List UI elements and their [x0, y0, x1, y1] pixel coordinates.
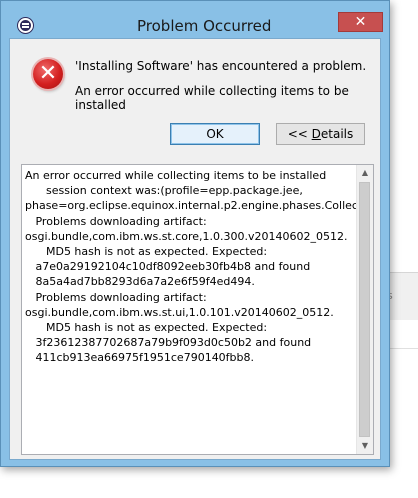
details-button[interactable]: << Details: [276, 123, 365, 145]
scroll-down-icon[interactable]: ▼: [357, 438, 373, 454]
close-icon: ✕: [354, 14, 367, 30]
error-icon-glyph: ✕: [38, 61, 58, 86]
details-text[interactable]: An error occurred while collecting items…: [25, 168, 373, 366]
dialog-title: Problem Occurred: [137, 17, 272, 35]
problem-occurred-dialog: Problem Occurred ✕ ✕ 'Installing Softwar…: [0, 0, 390, 467]
details-button-rest: etails: [320, 127, 354, 141]
details-button-mnemonic: D: [311, 127, 321, 141]
scroll-up-icon[interactable]: ▲: [357, 165, 373, 181]
error-icon: ✕: [33, 59, 63, 89]
error-summary: An error occurred while collecting items…: [75, 84, 349, 112]
details-button-prefix: <<: [287, 127, 312, 141]
error-message: 'Installing Software' has encountered a …: [75, 59, 367, 73]
details-text-area[interactable]: An error occurred while collecting items…: [21, 164, 374, 455]
eclipse-icon: [18, 18, 33, 33]
ok-button[interactable]: OK: [170, 123, 260, 145]
scroll-thumb[interactable]: [359, 182, 370, 437]
details-scrollbar[interactable]: ▲ ▼: [356, 165, 373, 454]
dialog-titlebar[interactable]: Problem Occurred ✕: [1, 1, 389, 37]
close-button[interactable]: ✕: [338, 12, 383, 32]
dialog-content: ✕ 'Installing Software' has encountered …: [9, 38, 381, 460]
